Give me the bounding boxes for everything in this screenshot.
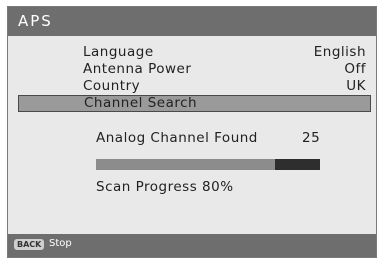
page-title: APS	[18, 12, 53, 30]
header-bar: APS	[8, 7, 376, 36]
menu-item-channel-search[interactable]: Channel Search	[18, 95, 371, 112]
menu-item-label: Country	[83, 78, 141, 94]
settings-menu: Language English Antenna Power Off Count…	[8, 44, 376, 112]
back-action-label: Stop	[49, 238, 72, 249]
footer-bar: BACK Stop	[8, 234, 376, 257]
scan-progress-fill	[96, 159, 276, 170]
menu-item-country[interactable]: Country UK	[8, 78, 376, 95]
scan-progress-percent: 80%	[202, 179, 234, 195]
menu-item-language[interactable]: Language English	[8, 44, 376, 61]
scan-progress-text: Scan Progress 80%	[96, 179, 234, 195]
scan-progress-label: Scan Progress	[96, 179, 198, 195]
menu-item-label: Channel Search	[84, 95, 198, 111]
channels-found-label: Analog Channel Found	[96, 130, 258, 146]
menu-item-label: Antenna Power	[83, 61, 192, 77]
aps-menu-screen: APS Language English Antenna Power Off C…	[7, 6, 377, 258]
menu-item-antenna-power[interactable]: Antenna Power Off	[8, 61, 376, 78]
channels-found-count: 25	[302, 130, 321, 146]
back-key-icon[interactable]: BACK	[14, 239, 45, 250]
menu-item-value: English	[313, 44, 366, 60]
scan-progress-bar	[96, 159, 320, 170]
menu-item-value: Off	[344, 61, 366, 77]
menu-item-label: Language	[83, 44, 154, 60]
menu-item-value: UK	[346, 78, 366, 94]
